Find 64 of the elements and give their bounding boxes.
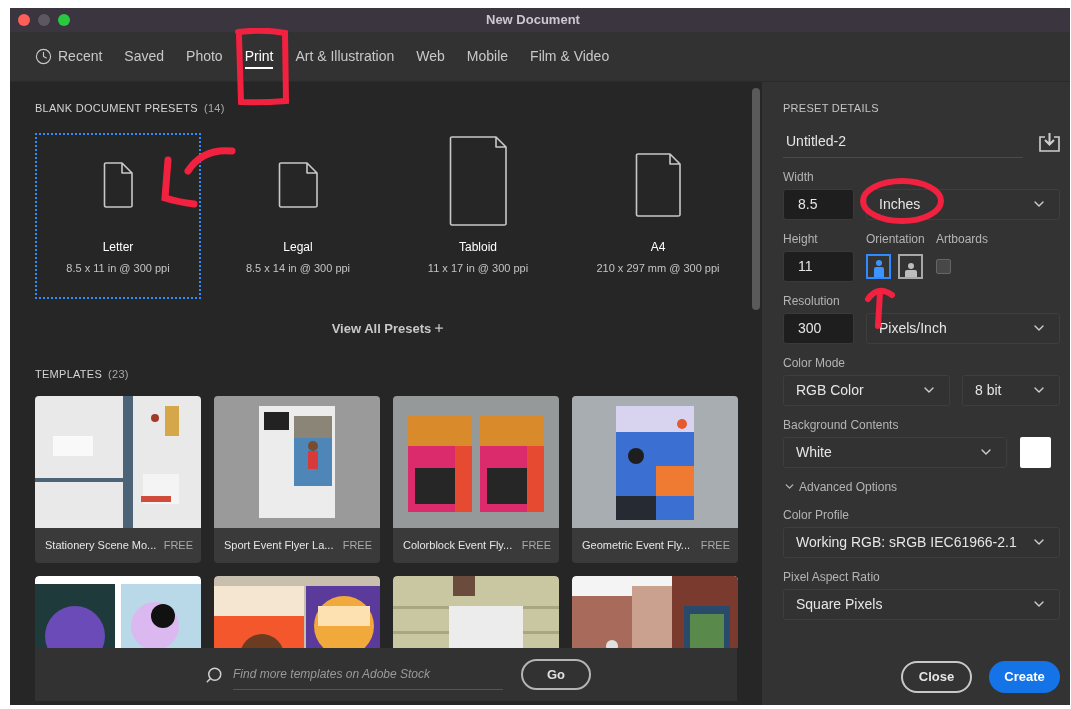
dropdown[interactable]: Inches xyxy=(866,188,1060,220)
advanced-options-toggle[interactable]: Advanced Options xyxy=(783,479,1060,494)
template-count: (23) xyxy=(108,367,129,382)
tab[interactable]: Saved xyxy=(124,32,165,81)
preset-name: Letter xyxy=(102,239,134,256)
preset-card[interactable]: A4 210 x 297 mm @ 300 ppi xyxy=(575,132,741,299)
preset-size: 8.5 x 11 in @ 300 ppi xyxy=(66,261,170,276)
input-field[interactable]: 300 xyxy=(783,312,854,344)
template-title: Geometric Event Fly... xyxy=(582,537,690,553)
dropdown[interactable]: Working RGB: sRGB IEC61966-2.1 xyxy=(783,526,1060,558)
tab[interactable]: Mobile xyxy=(466,32,509,81)
template-title: Stationery Scene Mo... xyxy=(45,537,157,553)
close-button[interactable]: Close xyxy=(901,661,972,693)
tab[interactable]: Print xyxy=(244,32,274,81)
preset-card[interactable]: Tabloid 11 x 17 in @ 300 ppi xyxy=(395,132,561,299)
field-label: Height xyxy=(783,231,819,246)
dropdown[interactable]: 8 bit xyxy=(962,374,1060,406)
free-label: FREE xyxy=(700,537,730,553)
tab[interactable]: Art & Illustration xyxy=(295,32,395,81)
field-label: Artboards xyxy=(936,231,989,246)
preset-name: Legal xyxy=(283,239,313,256)
template-title: Sport Event Flyer La... xyxy=(224,537,334,553)
input-field[interactable]: 11 xyxy=(783,250,854,282)
search-field[interactable]: Find more templates on Adobe Stock xyxy=(233,659,503,690)
name-field[interactable]: Untitled-2 xyxy=(783,126,1023,158)
field-label: Width xyxy=(783,169,815,184)
free-label: FREE xyxy=(163,537,193,553)
tab[interactable]: Film & Video xyxy=(530,32,610,81)
field-label: Orientation xyxy=(866,231,926,246)
section-heading: TEMPLATES xyxy=(35,367,103,382)
field-label: Pixel Aspect Ratio xyxy=(783,569,881,584)
free-label: FREE xyxy=(342,537,372,553)
preset-card[interactable]: Letter 8.5 x 11 in @ 300 ppi xyxy=(35,132,201,299)
preset-card[interactable]: Legal 8.5 x 14 in @ 300 ppi xyxy=(215,132,381,299)
preset-name: Tabloid xyxy=(459,239,497,256)
dropdown[interactable]: White xyxy=(783,436,1007,468)
view-all-presets-link[interactable]: View All Presets xyxy=(331,318,446,338)
preset-size: 8.5 x 14 in @ 300 ppi xyxy=(245,261,351,276)
preset-size: 210 x 297 mm @ 300 ppi xyxy=(596,261,720,276)
template-title: Colorblock Event Fly... xyxy=(403,537,513,553)
window-title: New Document xyxy=(486,11,580,30)
field-label: Resolution xyxy=(783,293,841,308)
template-card[interactable]: Sport Event Flyer La... FREE xyxy=(214,395,380,563)
tab[interactable]: Web xyxy=(416,32,445,81)
dropdown[interactable]: Pixels/Inch xyxy=(866,312,1060,344)
field-label: Background Contents xyxy=(783,417,900,432)
preset-size: 11 x 17 in @ 300 ppi xyxy=(427,261,529,276)
go-button[interactable]: Go xyxy=(521,659,591,690)
create-button[interactable]: Create xyxy=(989,661,1060,693)
section-heading: PRESET DETAILS xyxy=(783,101,880,116)
template-card[interactable]: Colorblock Event Fly... FREE xyxy=(393,395,559,563)
input-field[interactable]: 8.5 xyxy=(783,188,854,220)
preset-name: A4 xyxy=(650,239,666,256)
field-label: Color Mode xyxy=(783,355,847,370)
dropdown[interactable]: RGB Color xyxy=(783,374,950,406)
template-card[interactable]: Stationery Scene Mo... FREE xyxy=(35,395,201,563)
tab[interactable]: Recent xyxy=(35,32,103,81)
free-label: FREE xyxy=(521,537,551,553)
preset-count: (14) xyxy=(203,101,225,116)
template-card[interactable]: Geometric Event Fly... FREE xyxy=(572,395,738,563)
tab[interactable]: Photo xyxy=(186,32,223,81)
section-heading: BLANK DOCUMENT PRESETS xyxy=(35,101,198,116)
dropdown[interactable]: Square Pixels xyxy=(783,588,1060,620)
field-label: Color Profile xyxy=(783,507,851,522)
